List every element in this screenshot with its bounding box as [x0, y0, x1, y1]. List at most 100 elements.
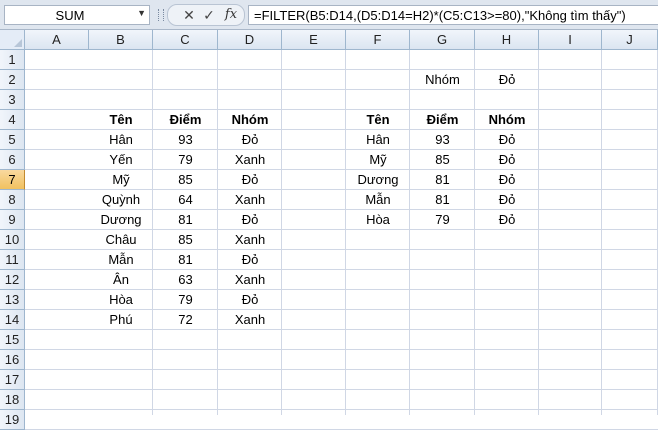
row-header-1[interactable]: 1 — [0, 50, 25, 70]
column-header-c[interactable]: C — [153, 30, 218, 50]
row-header-4[interactable]: 4 — [0, 110, 25, 130]
row-header-9[interactable]: 9 — [0, 210, 25, 230]
gridline-column — [409, 50, 410, 415]
cell-h9[interactable]: Đỏ — [475, 210, 539, 230]
gridline-column — [538, 50, 539, 415]
row-header-2[interactable]: 2 — [0, 70, 25, 90]
cell-h6[interactable]: Đỏ — [475, 150, 539, 170]
cell-h4[interactable]: Nhóm — [475, 110, 539, 130]
row-header-18[interactable]: 18 — [0, 390, 25, 410]
cell-c10[interactable]: 85 — [153, 230, 218, 250]
cell-h5[interactable]: Đỏ — [475, 130, 539, 150]
cell-b10[interactable]: Châu — [89, 230, 153, 250]
gridline-row — [25, 349, 658, 350]
gridline-row — [25, 389, 658, 390]
formula-input[interactable]: =FILTER(B5:D14,(D5:D14=H2)*(C5:C13>=80),… — [248, 5, 658, 25]
cell-c13[interactable]: 79 — [153, 290, 218, 310]
column-header-d[interactable]: D — [218, 30, 282, 50]
cell-h2[interactable]: Đỏ — [475, 70, 539, 90]
cell-d9[interactable]: Đỏ — [218, 210, 282, 230]
row-header-16[interactable]: 16 — [0, 350, 25, 370]
name-box-dropdown-icon[interactable]: ▼ — [137, 8, 146, 18]
cell-b14[interactable]: Phú — [89, 310, 153, 330]
cell-g4[interactable]: Điểm — [410, 110, 475, 130]
column-header-g[interactable]: G — [410, 30, 475, 50]
cell-b4[interactable]: Tên — [89, 110, 153, 130]
name-box[interactable]: SUM ▼ — [4, 5, 150, 25]
cell-d6[interactable]: Xanh — [218, 150, 282, 170]
cancel-icon[interactable]: ✕ — [180, 5, 198, 25]
cell-b12[interactable]: Ân — [89, 270, 153, 290]
row-header-19[interactable]: 19 — [0, 410, 25, 430]
cell-d10[interactable]: Xanh — [218, 230, 282, 250]
name-box-value: SUM — [55, 8, 85, 23]
cell-f5[interactable]: Hân — [346, 130, 410, 150]
cell-b7[interactable]: Mỹ — [89, 170, 153, 190]
row-header-17[interactable]: 17 — [0, 370, 25, 390]
cell-d8[interactable]: Xanh — [218, 190, 282, 210]
cell-c4[interactable]: Điểm — [153, 110, 218, 130]
cell-g6[interactable]: 85 — [410, 150, 475, 170]
row-header-14[interactable]: 14 — [0, 310, 25, 330]
cell-d14[interactable]: Xanh — [218, 310, 282, 330]
gridline-row — [25, 89, 658, 90]
column-header-j[interactable]: J — [602, 30, 658, 50]
cell-c14[interactable]: 72 — [153, 310, 218, 330]
cell-c6[interactable]: 79 — [153, 150, 218, 170]
cell-h8[interactable]: Đỏ — [475, 190, 539, 210]
cell-g2[interactable]: Nhóm — [410, 70, 475, 90]
select-all-corner[interactable] — [0, 30, 25, 50]
row-header-7[interactable]: 7 — [0, 170, 25, 190]
cell-c11[interactable]: 81 — [153, 250, 218, 270]
cell-d5[interactable]: Đỏ — [218, 130, 282, 150]
cell-c12[interactable]: 63 — [153, 270, 218, 290]
cell-b9[interactable]: Dương — [89, 210, 153, 230]
cell-c7[interactable]: 85 — [153, 170, 218, 190]
cell-b13[interactable]: Hòa — [89, 290, 153, 310]
gridline-row — [25, 369, 658, 370]
cell-b8[interactable]: Quỳnh — [89, 190, 153, 210]
insert-function-icon[interactable]: fx — [220, 5, 242, 25]
row-header-15[interactable]: 15 — [0, 330, 25, 350]
column-header-b[interactable]: B — [89, 30, 153, 50]
cell-f4[interactable]: Tên — [346, 110, 410, 130]
cell-d7[interactable]: Đỏ — [218, 170, 282, 190]
cell-f6[interactable]: Mỹ — [346, 150, 410, 170]
column-header-i[interactable]: I — [539, 30, 602, 50]
formula-buttons: ✕ ✓ fx — [167, 4, 245, 26]
cell-f8[interactable]: Mẫn — [346, 190, 410, 210]
enter-icon[interactable]: ✓ — [200, 5, 218, 25]
row-header-13[interactable]: 13 — [0, 290, 25, 310]
worksheet-grid[interactable]: A B C D E F G H I J 1 2 3 4 5 6 7 8 9 10 11 12 13 14 15 16 17 18 19 N… — [0, 30, 658, 430]
cell-b11[interactable]: Mẫn — [89, 250, 153, 270]
cell-d12[interactable]: Xanh — [218, 270, 282, 290]
column-header-f[interactable]: F — [346, 30, 410, 50]
formula-bar-grip-icon[interactable] — [158, 9, 164, 21]
column-header-e[interactable]: E — [282, 30, 346, 50]
cell-f9[interactable]: Hòa — [346, 210, 410, 230]
cell-g5[interactable]: 93 — [410, 130, 475, 150]
cell-b5[interactable]: Hân — [89, 130, 153, 150]
cell-g7[interactable]: 81 — [410, 170, 475, 190]
cell-c5[interactable]: 93 — [153, 130, 218, 150]
cell-h7[interactable]: Đỏ — [475, 170, 539, 190]
cell-c8[interactable]: 64 — [153, 190, 218, 210]
cell-f7[interactable]: Dương — [346, 170, 410, 190]
row-header-8[interactable]: 8 — [0, 190, 25, 210]
cell-g9[interactable]: 79 — [410, 210, 475, 230]
cell-g8[interactable]: 81 — [410, 190, 475, 210]
row-header-3[interactable]: 3 — [0, 90, 25, 110]
cell-d13[interactable]: Đỏ — [218, 290, 282, 310]
row-header-12[interactable]: 12 — [0, 270, 25, 290]
cell-c9[interactable]: 81 — [153, 210, 218, 230]
row-header-10[interactable]: 10 — [0, 230, 25, 250]
cell-d4[interactable]: Nhóm — [218, 110, 282, 130]
row-header-6[interactable]: 6 — [0, 150, 25, 170]
formula-text: =FILTER(B5:D14,(D5:D14=H2)*(C5:C13>=80),… — [254, 8, 626, 23]
cell-d11[interactable]: Đỏ — [218, 250, 282, 270]
column-header-a[interactable]: A — [25, 30, 89, 50]
row-header-5[interactable]: 5 — [0, 130, 25, 150]
column-header-h[interactable]: H — [475, 30, 539, 50]
cell-b6[interactable]: Yến — [89, 150, 153, 170]
row-header-11[interactable]: 11 — [0, 250, 25, 270]
